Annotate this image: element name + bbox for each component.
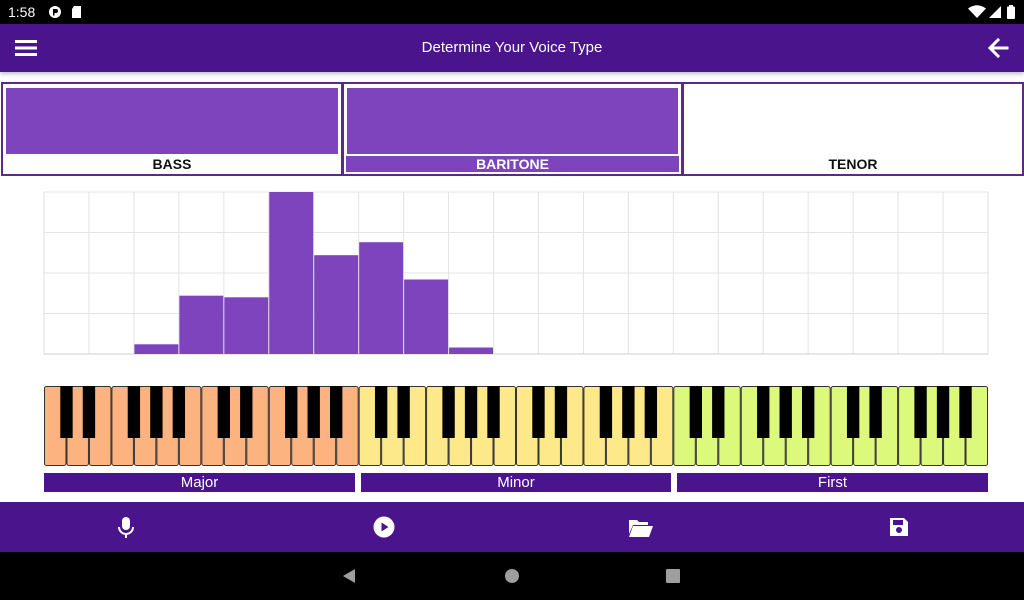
sd-card-icon (72, 6, 81, 18)
voice-level-bar (347, 88, 678, 154)
voice-type-label: BASS (152, 156, 192, 172)
page-title: Determine Your Voice Type (421, 39, 603, 56)
black-key[interactable] (914, 386, 927, 438)
black-key[interactable] (60, 386, 73, 438)
black-key[interactable] (846, 386, 860, 438)
voice-type-baritone[interactable]: BARITONE (342, 82, 683, 176)
bottom-toolbar (0, 502, 1024, 552)
voice-type-label: TENOR (828, 156, 878, 172)
voice-level-bar (6, 88, 338, 154)
black-key[interactable] (757, 386, 770, 438)
black-key[interactable] (217, 386, 230, 438)
black-key[interactable] (802, 386, 815, 438)
black-key[interactable] (307, 386, 320, 438)
app-notification-icon (49, 6, 61, 18)
battery-icon (1007, 5, 1015, 19)
nav-home-icon[interactable] (504, 568, 520, 584)
black-key[interactable] (442, 386, 455, 438)
black-key[interactable] (554, 386, 568, 438)
section-label-major[interactable]: Major (44, 473, 355, 492)
pitch-histogram (43, 191, 989, 355)
black-key[interactable] (959, 386, 972, 438)
black-key[interactable] (172, 386, 186, 438)
histogram-bar (134, 344, 179, 354)
histogram-bar (314, 255, 359, 354)
app-bar: Determine Your Voice Type (0, 24, 1024, 72)
black-key[interactable] (127, 386, 141, 438)
histogram-bar (269, 192, 314, 354)
histogram-bar (449, 347, 494, 354)
system-nav-bar (0, 552, 1024, 600)
voice-type-row: BASS BARITONE TENOR (0, 82, 1024, 176)
play-icon[interactable] (373, 516, 395, 538)
save-icon[interactable] (889, 517, 909, 537)
black-key[interactable] (82, 386, 96, 438)
black-key[interactable] (622, 386, 635, 438)
black-key[interactable] (599, 386, 613, 438)
black-key[interactable] (464, 386, 478, 438)
wifi-icon (968, 5, 986, 18)
folder-open-icon[interactable] (628, 518, 654, 538)
histogram-bar (179, 295, 224, 354)
histogram-bar (404, 279, 449, 354)
black-key[interactable] (869, 386, 882, 438)
back-arrow-icon[interactable] (987, 38, 1009, 58)
signal-icon (989, 6, 1001, 18)
black-key[interactable] (285, 386, 298, 438)
histogram-bar (224, 297, 269, 354)
piano-keyboard[interactable] (44, 386, 988, 466)
black-key[interactable] (487, 386, 500, 438)
histogram-bar (359, 242, 404, 354)
black-key[interactable] (240, 386, 253, 438)
black-key[interactable] (689, 386, 702, 438)
section-label-first[interactable]: First (677, 473, 988, 492)
black-key[interactable] (397, 386, 410, 438)
nav-recents-icon[interactable] (666, 569, 680, 583)
status-bar: 1:58 (0, 0, 1024, 24)
status-time: 1:58 (8, 4, 36, 20)
black-key[interactable] (779, 386, 792, 438)
black-key[interactable] (374, 386, 388, 438)
black-key[interactable] (644, 386, 658, 438)
voice-type-bass[interactable]: BASS (1, 82, 343, 176)
microphone-icon[interactable] (116, 516, 136, 540)
black-key[interactable] (330, 386, 343, 438)
voice-type-label: BARITONE (346, 156, 679, 172)
section-label-minor[interactable]: Minor (361, 473, 671, 492)
black-key[interactable] (936, 386, 950, 438)
voice-type-tenor[interactable]: TENOR (682, 82, 1024, 176)
nav-back-icon[interactable] (341, 568, 357, 584)
black-key[interactable] (712, 386, 725, 438)
black-key[interactable] (532, 386, 545, 438)
black-key[interactable] (150, 386, 163, 438)
